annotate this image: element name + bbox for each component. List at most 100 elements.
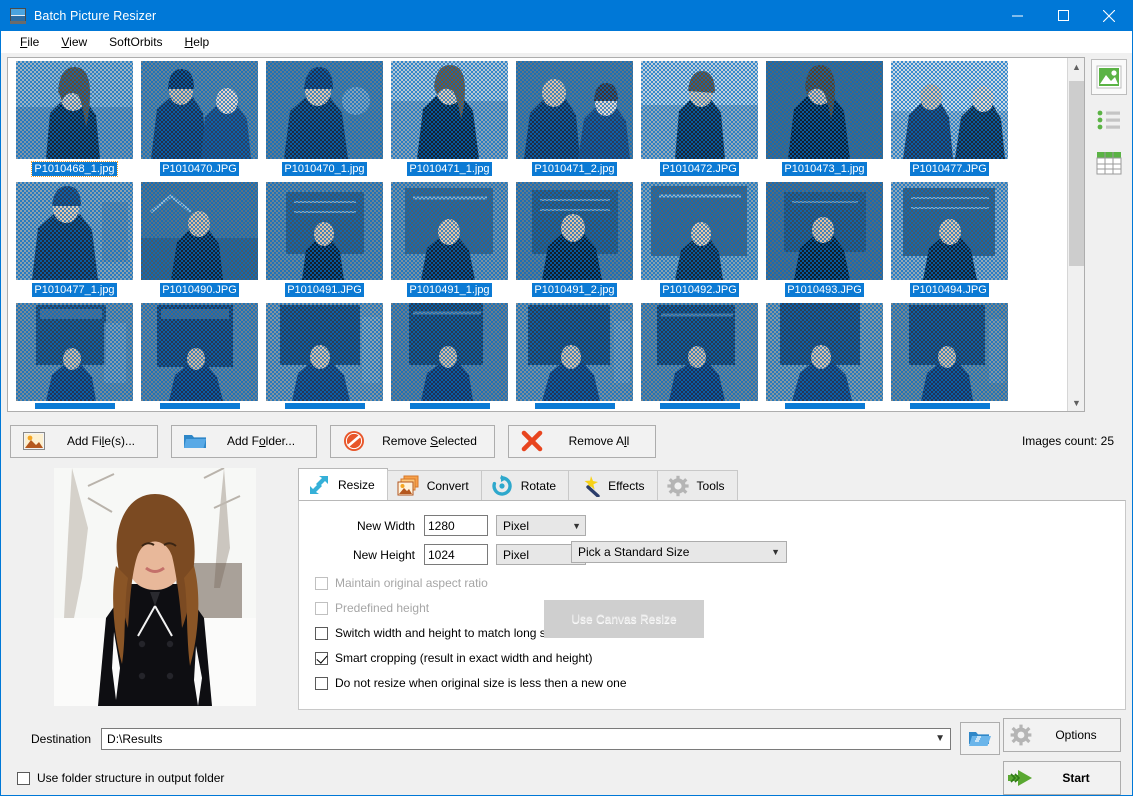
close-icon[interactable] — [1086, 0, 1132, 31]
thumbnail-image[interactable] — [266, 61, 383, 159]
tab-convert[interactable]: Convert — [387, 470, 482, 501]
thumbnail-item[interactable] — [887, 303, 1012, 412]
thumbnail-item[interactable] — [762, 303, 887, 412]
new-height-input[interactable] — [424, 544, 488, 565]
image-list-panel[interactable]: P1010468_1.jpgP1010470.JPGP1010470_1.jpg… — [7, 57, 1085, 412]
app-picture-icon — [10, 8, 26, 24]
thumbnail-image[interactable] — [391, 182, 508, 280]
tab-tools[interactable]: Tools — [657, 470, 738, 501]
thumbnail-item[interactable] — [12, 303, 137, 412]
thumbnail-view-icon[interactable] — [1091, 59, 1127, 95]
start-label: Start — [1038, 771, 1120, 785]
thumbnail-item[interactable] — [387, 303, 512, 412]
resize-option-checkbox — [315, 577, 328, 590]
thumbnail-item[interactable]: P1010471_1.jpg — [387, 61, 512, 182]
remove-all-button[interactable]: Remove All — [508, 425, 656, 458]
scrollbar-thumb[interactable] — [1069, 81, 1084, 266]
scroll-down-icon[interactable]: ▼ — [1068, 394, 1085, 411]
thumbnail-item[interactable]: P1010473_1.jpg — [762, 61, 887, 182]
chevron-down-icon: ▼ — [935, 733, 945, 744]
title-bar: Batch Picture Resizer — [1, 0, 1132, 31]
menu-item-help[interactable]: Help — [174, 33, 221, 51]
thumbnail-item[interactable]: P1010494.JPG — [887, 182, 1012, 303]
tab-resize[interactable]: Resize — [298, 468, 388, 501]
menu-item-softorbits[interactable]: SoftOrbits — [98, 33, 173, 51]
details-view-icon[interactable] — [1091, 145, 1127, 181]
destination-input[interactable]: D:\Results ▼ — [101, 728, 951, 750]
thumbnail-item[interactable]: P1010492.JPG — [637, 182, 762, 303]
thumbnail-image[interactable] — [891, 61, 1008, 159]
no-entry-icon — [341, 429, 367, 453]
add-folder-button[interactable]: Add Folder... — [171, 425, 317, 458]
convert-images-icon — [396, 475, 420, 497]
thumbnail-image[interactable] — [766, 61, 883, 159]
menu-item-view[interactable]: View — [50, 33, 98, 51]
thumbnail-image[interactable] — [516, 182, 633, 280]
thumbnail-image[interactable] — [641, 303, 758, 401]
width-unit-select[interactable]: Pixel ▼ — [496, 515, 586, 536]
thumbnail-item[interactable] — [637, 303, 762, 412]
thumbnail-image[interactable] — [141, 61, 258, 159]
browse-folder-button[interactable] — [960, 722, 1000, 755]
resize-option-checkbox[interactable] — [315, 652, 328, 665]
thumbnail-caption — [35, 403, 115, 409]
resize-option-row[interactable]: Switch width and height to match long si… — [299, 626, 1125, 640]
thumbnail-image[interactable] — [391, 303, 508, 401]
thumbnail-image[interactable] — [766, 303, 883, 401]
thumbnail-item[interactable] — [512, 303, 637, 412]
thumbnail-image[interactable] — [391, 61, 508, 159]
thumbnail-image[interactable] — [141, 182, 258, 280]
use-folder-structure-checkbox[interactable] — [17, 772, 30, 785]
thumbnail-item[interactable]: P1010470_1.jpg — [262, 61, 387, 182]
resize-option-row[interactable]: Smart cropping (result in exact width an… — [299, 651, 1125, 665]
menu-item-file[interactable]: File — [9, 33, 50, 51]
add-files-button[interactable]: Add File(s)... — [10, 425, 158, 458]
thumbnail-item[interactable] — [137, 303, 262, 412]
maximize-icon[interactable] — [1040, 0, 1086, 31]
thumbnail-item[interactable]: P1010470.JPG — [137, 61, 262, 182]
options-button[interactable]: Options — [1003, 718, 1121, 752]
selection-overlay — [16, 303, 133, 401]
thumbnail-image[interactable] — [16, 182, 133, 280]
thumbnail-image[interactable] — [516, 303, 633, 401]
start-button[interactable]: Start — [1003, 761, 1121, 795]
thumbnail-item[interactable] — [262, 303, 387, 412]
thumbnail-image[interactable] — [641, 182, 758, 280]
thumbnail-caption — [785, 403, 865, 409]
thumbnail-image[interactable] — [266, 182, 383, 280]
thumbnail-image[interactable] — [891, 303, 1008, 401]
thumbnail-item[interactable]: P1010491_1.jpg — [387, 182, 512, 303]
thumbnail-image[interactable] — [16, 61, 133, 159]
thumbnail-image[interactable] — [641, 61, 758, 159]
thumbnail-image[interactable] — [141, 303, 258, 401]
thumbnail-item[interactable]: P1010472.JPG — [637, 61, 762, 182]
thumbnail-item[interactable]: P1010477.JPG — [887, 61, 1012, 182]
thumbnail-item[interactable]: P1010468_1.jpg — [12, 61, 137, 182]
tab-effects[interactable]: Effects — [568, 470, 657, 501]
thumbnail-item[interactable]: P1010493.JPG — [762, 182, 887, 303]
thumbnail-item[interactable]: P1010491.JPG — [262, 182, 387, 303]
resize-option-checkbox[interactable] — [315, 677, 328, 690]
scroll-up-icon[interactable]: ▲ — [1068, 58, 1085, 75]
new-width-input[interactable] — [424, 515, 488, 536]
resize-option-row[interactable]: Do not resize when original size is less… — [299, 676, 1125, 690]
resize-option-checkbox[interactable] — [315, 627, 328, 640]
remove-selected-button[interactable]: Remove Selected — [330, 425, 495, 458]
thumbnail-item[interactable]: P1010471_2.jpg — [512, 61, 637, 182]
list-view-icon[interactable] — [1091, 102, 1127, 138]
standard-size-select[interactable]: Pick a Standard Size ▼ — [571, 541, 787, 563]
selection-overlay — [766, 182, 883, 280]
minimize-icon[interactable] — [994, 0, 1040, 31]
thumbnail-image[interactable] — [891, 182, 1008, 280]
tab-rotate[interactable]: Rotate — [481, 470, 569, 501]
vertical-scrollbar[interactable]: ▲ ▼ — [1067, 58, 1084, 411]
thumbnail-item[interactable]: P1010477_1.jpg — [12, 182, 137, 303]
thumbnail-image[interactable] — [766, 182, 883, 280]
thumbnail-image[interactable] — [266, 303, 383, 401]
thumbnail-item[interactable]: P1010490.JPG — [137, 182, 262, 303]
thumbnail-image[interactable] — [516, 61, 633, 159]
use-folder-structure-row[interactable]: Use folder structure in output folder — [7, 771, 1000, 785]
scrollbar-track[interactable] — [1068, 75, 1085, 394]
thumbnail-image[interactable] — [16, 303, 133, 401]
thumbnail-item[interactable]: P1010491_2.jpg — [512, 182, 637, 303]
